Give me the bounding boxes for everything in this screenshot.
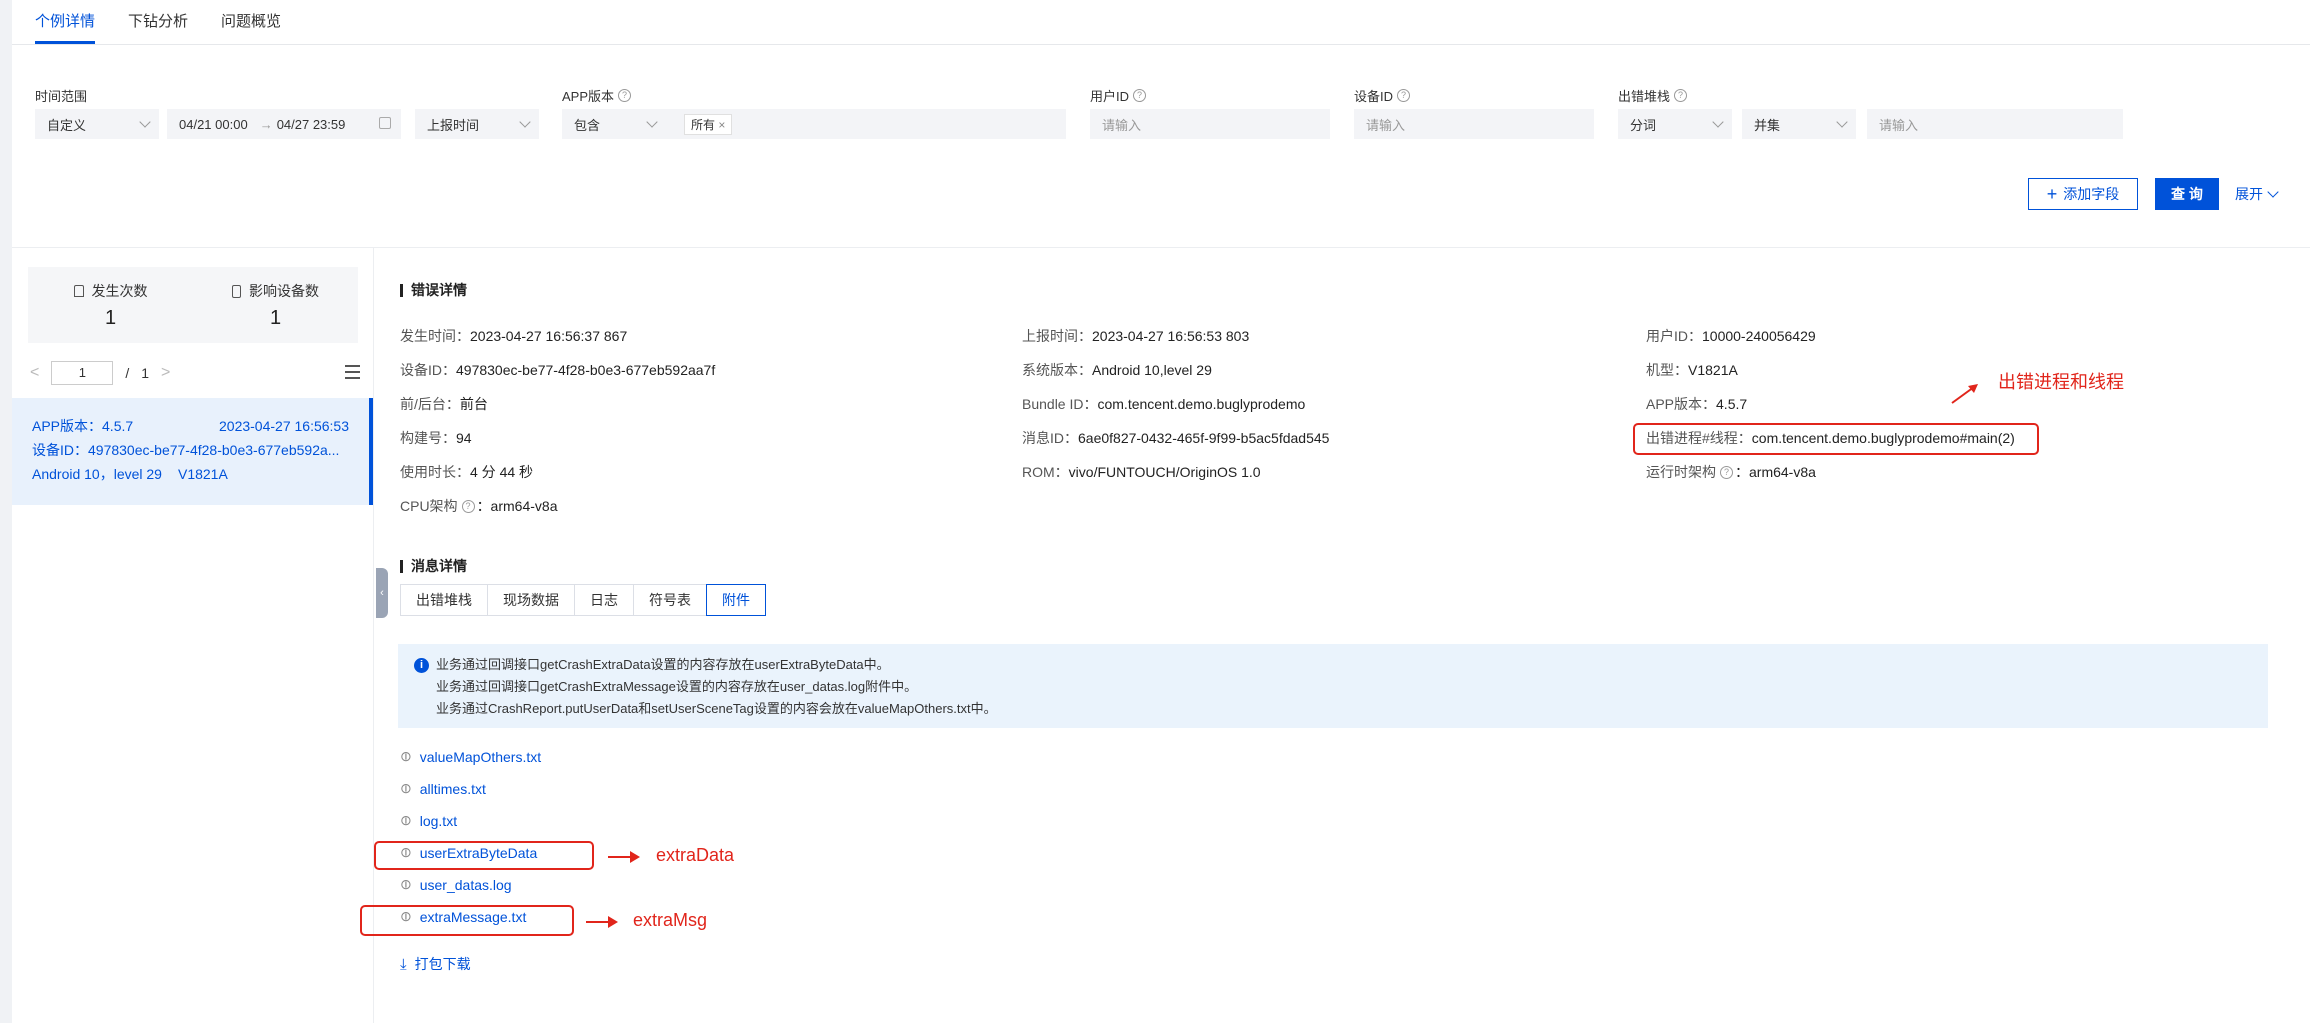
tab-overview[interactable]: 问题概览 <box>221 0 281 44</box>
tag-close-icon[interactable]: × <box>718 118 725 132</box>
runtime-arch: 运行时架构? ：arm64-v8a <box>1646 464 1816 480</box>
time-range-label: 时间范围 <box>35 89 88 104</box>
annotation-box-extramsg <box>360 905 574 936</box>
annotation-arrow <box>608 851 640 863</box>
help-icon[interactable]: ? <box>1133 89 1147 102</box>
list-icon[interactable] <box>345 365 360 379</box>
lock-icon <box>73 285 84 297</box>
device-id: 设备ID： 497830ec-be77-4f28-b0e3-677eb592aa7… <box>400 362 716 378</box>
prev-page-icon[interactable]: < <box>30 364 39 382</box>
annotation-extradata-label: extraData <box>656 845 735 865</box>
paperclip-icon: ⊘ <box>395 778 416 798</box>
app-version-tag-select[interactable]: 所有 × <box>666 109 1066 139</box>
chevron-down-icon <box>1836 116 1848 128</box>
download-all-link[interactable]: ⤓ 打包下载 <box>400 954 471 974</box>
chevron-down-icon <box>646 116 658 128</box>
tab-drilldown[interactable]: 下钻分析 <box>128 0 188 44</box>
chevron-down-icon <box>2267 186 2279 198</box>
paperclip-icon: ⊘ <box>395 746 416 766</box>
help-icon[interactable]: ? <box>461 499 475 513</box>
tab-scene-data[interactable]: 现场数据 <box>487 584 575 616</box>
version-tag: 所有 × <box>684 113 733 135</box>
info-icon: i <box>414 658 429 673</box>
attachment-link[interactable]: ⊘ alltimes.txt <box>396 778 486 798</box>
attachment-link[interactable]: ⊘ user_datas.log <box>396 874 512 894</box>
stack-label: 出错堆栈? <box>1618 86 1688 105</box>
info-alert: i 业务通过回调接口getCrashExtraData设置的内容存放在userE… <box>398 644 2268 728</box>
next-page-icon[interactable]: > <box>161 364 170 382</box>
tab-symbols[interactable]: 符号表 <box>633 584 707 616</box>
error-detail-title: 错误详情 <box>400 280 467 300</box>
time-type-select[interactable]: 上报时间 <box>415 109 539 139</box>
occurrence-stat: 发生次数 1 <box>28 267 193 343</box>
collapse-panel-handle[interactable]: ‹ <box>376 568 388 618</box>
annotation-thread-label: 出错进程和线程 <box>1998 372 2124 392</box>
app-version-label: APP版本? <box>562 86 632 105</box>
phone-icon <box>232 284 241 298</box>
plus-icon: + <box>2046 183 2058 204</box>
help-icon[interactable]: ? <box>1397 89 1411 102</box>
help-icon[interactable]: ? <box>1720 465 1733 479</box>
report-time: 上报时间： 2023-04-27 16:56:53 803 <box>1022 328 1250 344</box>
os-version: 系统版本： Android 10,level 29 <box>1022 362 1212 378</box>
time-range-mode-select[interactable]: 自定义 <box>35 109 159 139</box>
tab-log[interactable]: 日志 <box>574 584 634 616</box>
device-stat: 影响设备数 1 <box>193 267 358 343</box>
user-id-input[interactable]: 请输入 <box>1090 109 1330 139</box>
query-button[interactable]: 查 询 <box>2155 178 2219 210</box>
message-id: 消息ID： 6ae0f827-0432-465f-9f99-b5ac5fdad54… <box>1022 430 1330 446</box>
paperclip-icon: ⊘ <box>395 874 416 894</box>
device-id-label: 设备ID? <box>1354 86 1411 105</box>
pager: < 1 / 1 > <box>30 360 170 386</box>
help-icon[interactable]: ? <box>618 89 632 102</box>
device-model: 机型： V1821A <box>1646 362 1738 378</box>
user-id-label: 用户ID? <box>1090 86 1147 105</box>
add-field-button[interactable]: + 添加字段 <box>2028 178 2138 210</box>
page-input[interactable]: 1 <box>51 361 114 385</box>
rom: ROM： vivo/FUNTOUCH/OriginOS 1.0 <box>1022 464 1261 480</box>
annotation-box-extradata <box>374 841 594 870</box>
build-number: 构建号： 94 <box>400 430 472 446</box>
attachment-link[interactable]: ⊘ valueMapOthers.txt <box>396 746 541 766</box>
annotation-extramsg-label: extraMsg <box>633 910 708 930</box>
chevron-down-icon <box>519 116 531 128</box>
top-tabs: 个例详情 下钻分析 问题概览 <box>35 0 314 44</box>
divider <box>12 44 2310 45</box>
divider <box>12 247 2310 248</box>
foreground: 前/后台： 前台 <box>400 396 488 412</box>
cpu-arch: CPU架构? ：arm64-v8a <box>400 498 558 514</box>
stack-input[interactable]: 请输入 <box>1867 109 2123 139</box>
paperclip-icon: ⊘ <box>395 810 416 830</box>
app-version: APP版本： 4.5.7 <box>1646 396 1748 412</box>
annotation-arrow <box>1951 384 1978 404</box>
device-id-input[interactable]: 请输入 <box>1354 109 1594 139</box>
tab-case-detail[interactable]: 个例详情 <box>35 0 96 44</box>
expand-button[interactable]: 展开 <box>2235 178 2279 210</box>
message-tabs: 出错堆栈 现场数据 日志 符号表 附件 <box>400 584 766 616</box>
stats-card: 发生次数 1 影响设备数 1 <box>28 267 358 343</box>
date-range-picker[interactable]: 04/21 00:00 → 04/27 23:59 <box>167 109 401 139</box>
occur-time: 发生时间： 2023-04-27 16:56:37 867 <box>400 328 628 344</box>
stack-union-select[interactable]: 并集 <box>1742 109 1856 139</box>
calendar-icon <box>379 117 391 129</box>
annotation-arrow <box>586 916 618 928</box>
tab-attachments[interactable]: 附件 <box>706 584 766 616</box>
window-frame <box>0 0 12 1023</box>
attachment-link[interactable]: ⊘ log.txt <box>396 810 457 830</box>
help-icon[interactable]: ? <box>1674 89 1688 102</box>
download-icon: ⤓ <box>400 955 407 973</box>
stack-tokenize-select[interactable]: 分词 <box>1618 109 1732 139</box>
app-version-op-select[interactable]: 包含 <box>562 109 666 139</box>
message-detail-title: 消息详情 <box>400 556 467 576</box>
tab-stack[interactable]: 出错堆栈 <box>400 584 488 616</box>
usage-duration: 使用时长： 4 分 44 秒 <box>400 464 534 480</box>
chevron-down-icon <box>139 116 151 128</box>
bundle-id: Bundle ID： com.tencent.demo.buglyprodemo <box>1022 396 1306 412</box>
user-id: 用户ID： 10000-240056429 <box>1646 328 1816 344</box>
chevron-down-icon <box>1712 116 1724 128</box>
crash-list-item[interactable]: APP版本：4.5.7 2023-04-27 16:56:53 设备ID：4978… <box>12 398 373 505</box>
annotation-box-thread <box>1633 423 2039 455</box>
